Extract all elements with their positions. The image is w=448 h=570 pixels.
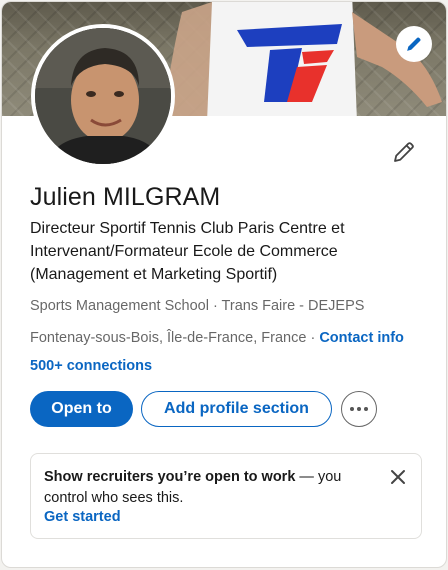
pencil-icon xyxy=(407,37,421,51)
profile-headline: Directeur Sportif Tennis Club Paris Cent… xyxy=(30,220,345,283)
open-to-work-prompt: Show recruiters you’re open to work — yo… xyxy=(30,453,422,539)
contact-info-link[interactable]: Contact info xyxy=(319,330,404,346)
avatar[interactable] xyxy=(31,24,175,168)
more-actions-button[interactable] xyxy=(341,391,377,427)
dismiss-button[interactable] xyxy=(387,466,409,488)
add-profile-section-button[interactable]: Add profile section xyxy=(141,391,332,427)
profile-card: Julien MILGRAM Directeur Sportif Tennis … xyxy=(1,1,447,568)
banner-person-image xyxy=(162,2,442,116)
open-to-button[interactable]: Open to xyxy=(30,391,133,427)
connections-link[interactable]: 500+ connections xyxy=(30,358,152,374)
profile-name: Julien MILGRAM xyxy=(30,183,221,211)
close-icon xyxy=(391,470,405,484)
profile-location-line: Fontenay-sous-Bois, Île-de-France, Franc… xyxy=(30,330,404,346)
open-to-work-text-bold: Show recruiters you’re open to work xyxy=(44,469,296,485)
avatar-photo xyxy=(35,28,171,164)
profile-education: Sports Management School · Trans Faire -… xyxy=(30,298,365,314)
ellipsis-icon xyxy=(350,407,368,411)
pencil-icon xyxy=(394,142,414,162)
profile-location: Fontenay-sous-Bois, Île-de-France, Franc… xyxy=(30,330,320,346)
edit-banner-button[interactable] xyxy=(396,26,432,62)
get-started-link[interactable]: Get started xyxy=(44,509,121,525)
edit-intro-button[interactable] xyxy=(388,136,420,168)
open-to-work-text: Show recruiters you’re open to work — yo… xyxy=(44,467,374,509)
